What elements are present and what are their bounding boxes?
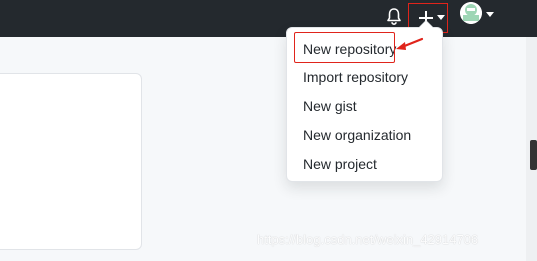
bell-icon[interactable]	[383, 6, 405, 28]
annotation-arrow-icon	[396, 37, 424, 50]
menu-item-import-repository[interactable]: Import repository	[303, 67, 408, 87]
menu-item-new-organization[interactable]: New organization	[303, 125, 411, 145]
dropdown-caret-fill	[419, 21, 433, 28]
content-card	[0, 73, 142, 250]
annotation-highlight-box	[294, 32, 395, 63]
scrollbar-thumb[interactable]	[530, 140, 537, 170]
avatar-image	[460, 2, 482, 24]
global-header	[0, 0, 537, 37]
menu-item-new-project[interactable]: New project	[303, 154, 377, 174]
avatar[interactable]	[460, 2, 482, 24]
menu-item-new-gist[interactable]: New gist	[303, 96, 357, 116]
chevron-down-icon	[437, 15, 445, 20]
avatar-chevron-down-icon[interactable]	[486, 12, 494, 17]
watermark-text: https://blog.csdn.net/weixin_42914706	[257, 232, 479, 247]
